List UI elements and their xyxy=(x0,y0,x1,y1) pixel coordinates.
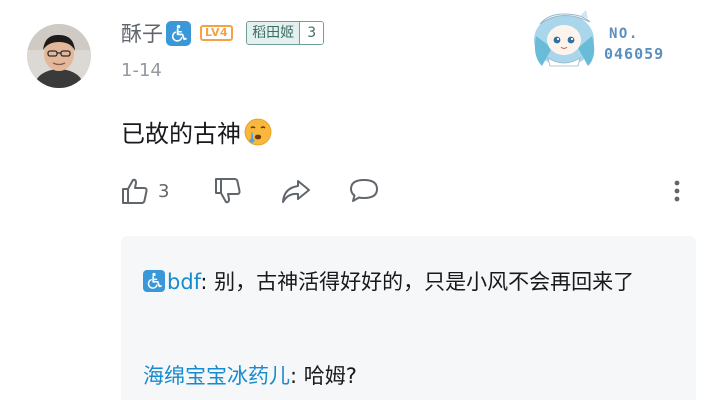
reply-preview-box[interactable]: bdf: 别，古神活得好好的，只是小风不会再回来了 海绵宝宝冰药儿: 哈姆? xyxy=(121,236,696,400)
fan-card-label: NO. xyxy=(609,26,639,42)
reply-separator: : xyxy=(290,364,304,388)
thumb-up-icon xyxy=(122,178,148,204)
fan-medal-level: 3 xyxy=(299,22,324,44)
comment-text: 已故的古神 xyxy=(121,120,241,148)
reply-button[interactable] xyxy=(348,176,380,206)
fan-card-number: 046059 xyxy=(604,45,665,63)
fan-card-character-icon xyxy=(534,10,595,67)
reply-item[interactable]: bdf: 别，古神活得好好的，只是小风不会再回来了 xyxy=(143,264,663,300)
reply-item[interactable]: 海绵宝宝冰药儿: 哈姆? xyxy=(143,358,663,394)
more-options-button[interactable] xyxy=(670,176,684,206)
share-button[interactable] xyxy=(280,176,312,206)
chat-bubble-icon xyxy=(350,179,378,202)
wheelchair-icon xyxy=(166,20,191,46)
reply-separator: : xyxy=(200,270,215,294)
share-icon xyxy=(282,180,310,203)
user-level-badge: LV4 xyxy=(200,25,234,41)
reply-text: 别，古神活得好好的，只是小风不会再回来了 xyxy=(214,270,635,294)
fan-card[interactable]: NO. 046059 xyxy=(522,6,712,68)
more-vertical-icon xyxy=(674,180,680,202)
crying-face-emoji xyxy=(243,117,273,147)
dislike-button[interactable] xyxy=(213,176,243,206)
comment-header: 酥子 LV4 稻田姬 3 xyxy=(121,18,325,48)
reply-text: 哈姆? xyxy=(303,364,357,388)
fan-medal[interactable]: 稻田姬 3 xyxy=(246,21,325,45)
comment-username[interactable]: 酥子 xyxy=(121,18,163,48)
like-button[interactable]: 3 xyxy=(120,176,169,206)
reply-username[interactable]: bdf xyxy=(167,270,200,294)
comment-text-row: 已故的古神 xyxy=(121,114,273,149)
comment-action-bar: 3 xyxy=(118,176,688,210)
fan-medal-name: 稻田姬 xyxy=(247,22,300,44)
like-count: 3 xyxy=(158,180,170,202)
comment-date: 1-14 xyxy=(121,60,162,81)
thumb-down-icon xyxy=(215,178,241,204)
user-avatar[interactable] xyxy=(27,24,91,88)
reply-username[interactable]: 海绵宝宝冰药儿 xyxy=(143,364,290,388)
wheelchair-icon xyxy=(143,270,165,292)
